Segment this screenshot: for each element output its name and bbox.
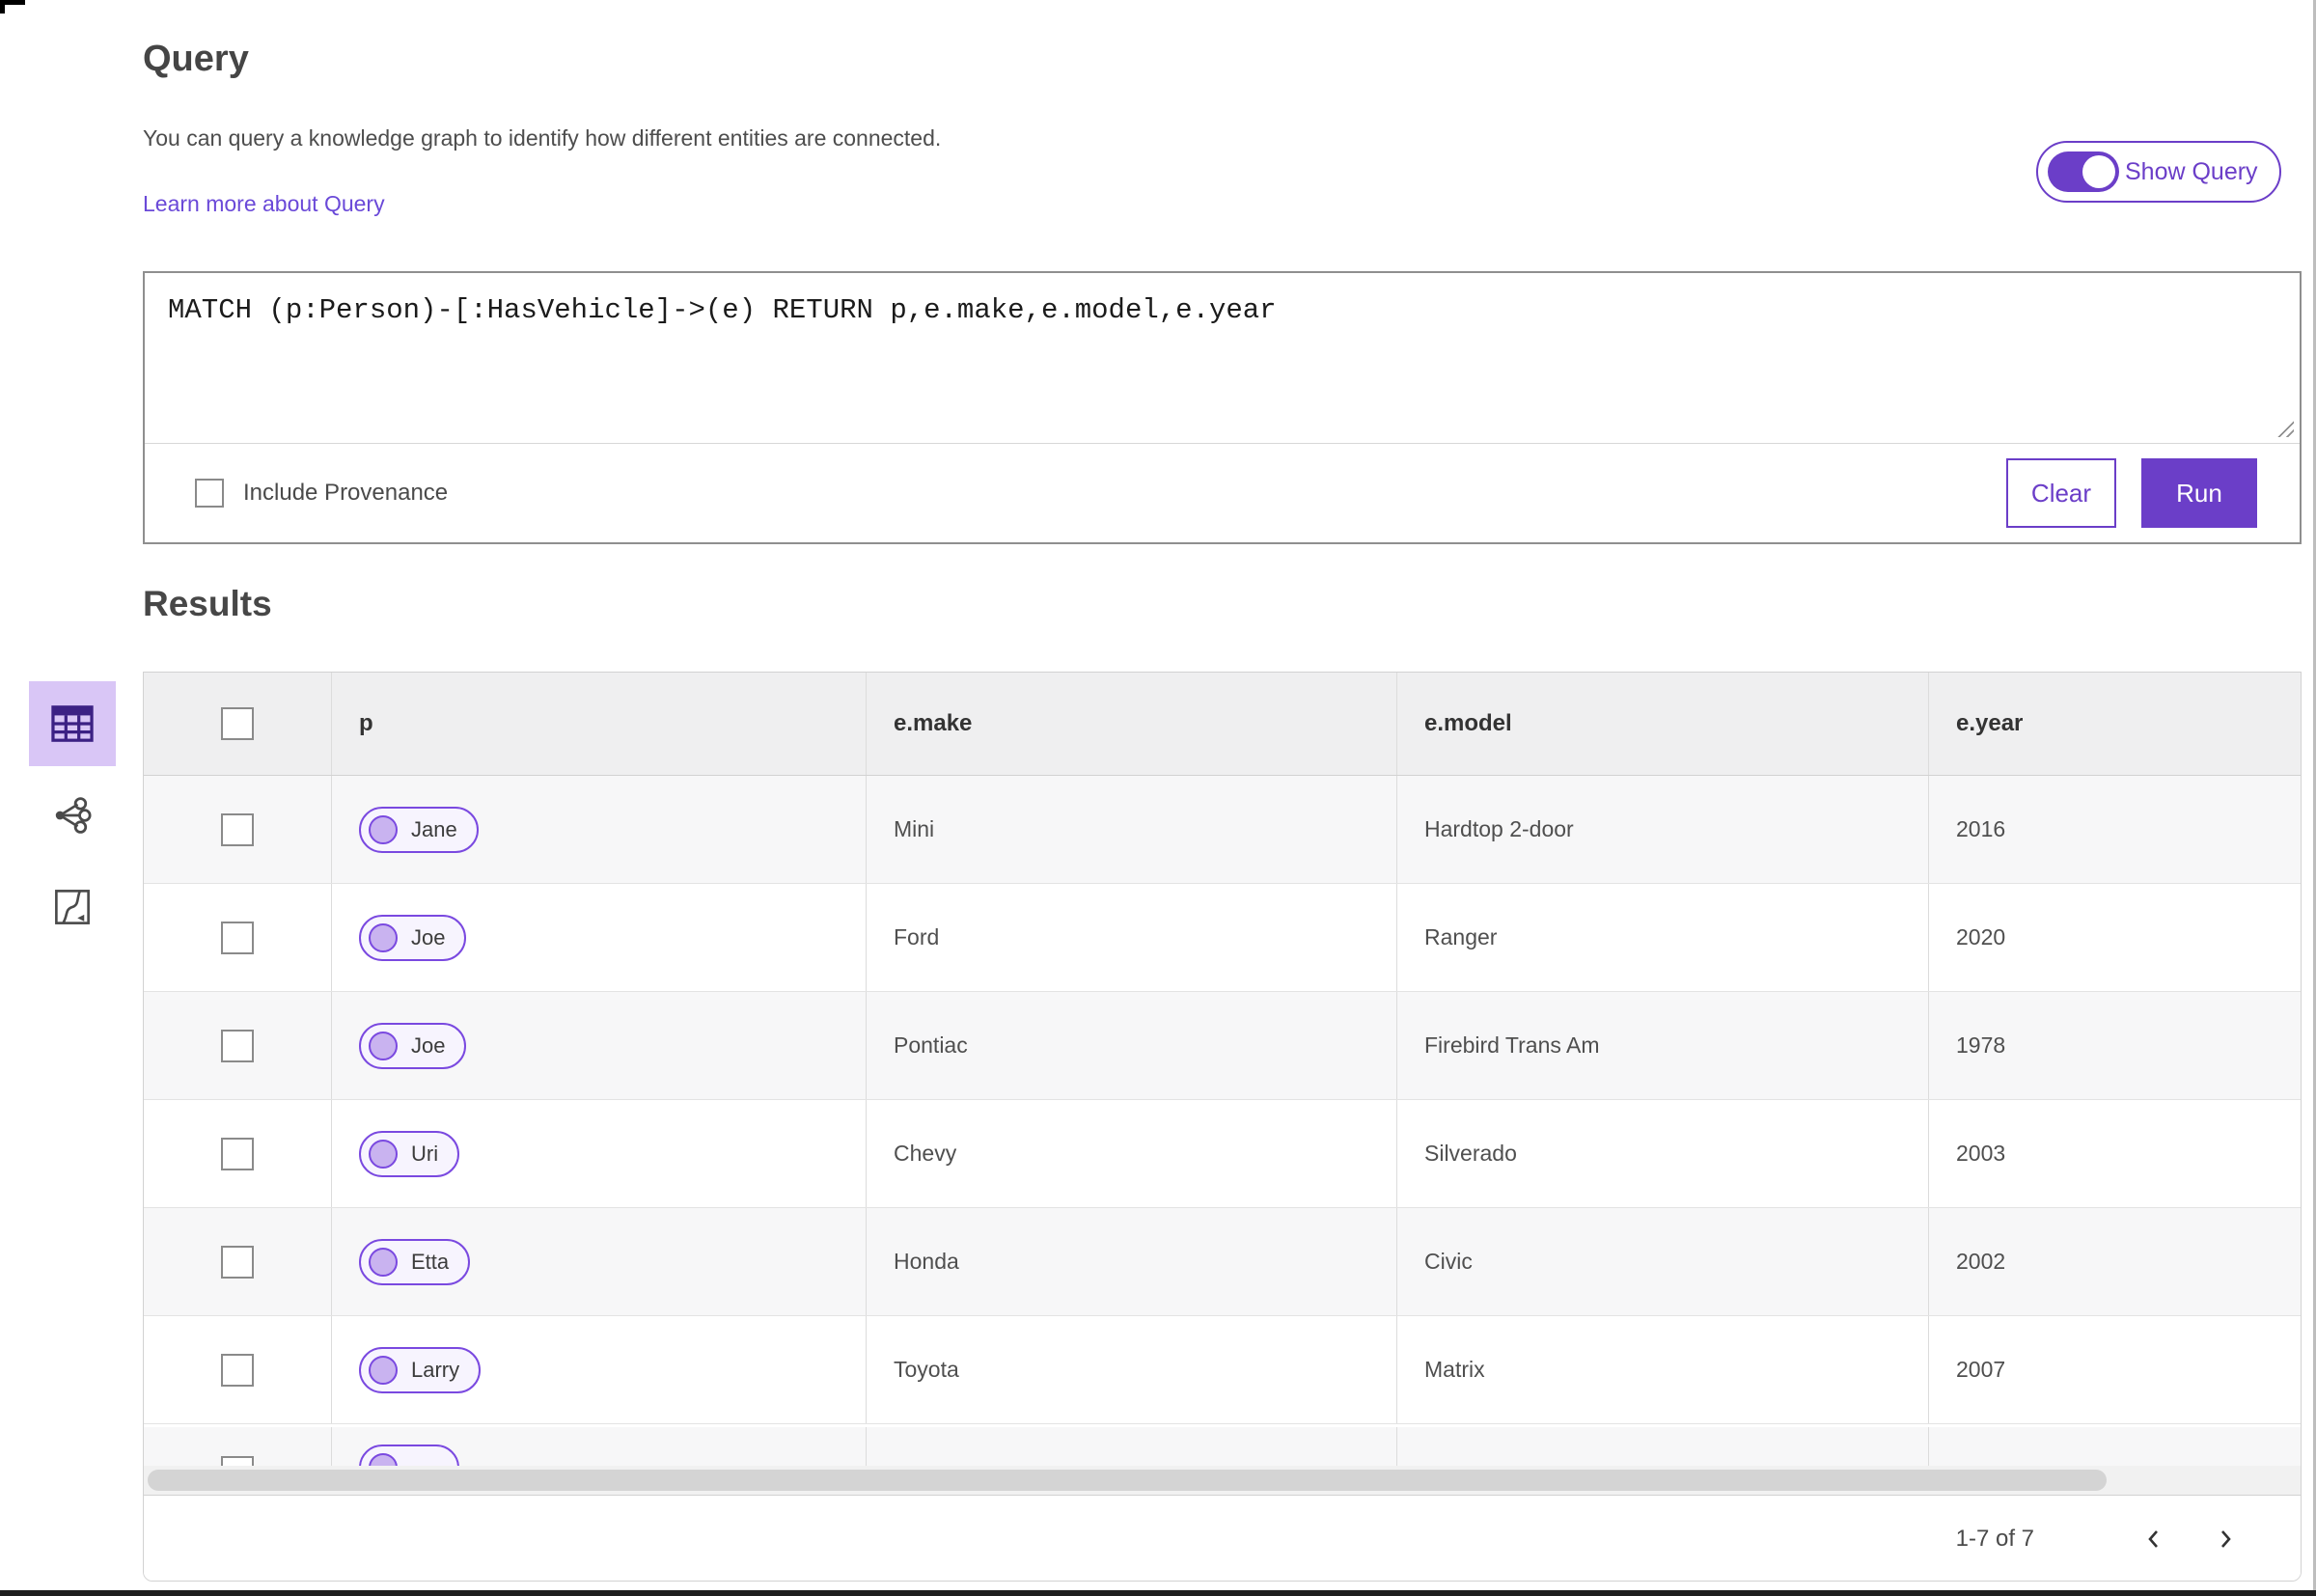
- toggle-switch-icon[interactable]: [2048, 151, 2119, 192]
- entity-dot-icon: [369, 1247, 398, 1277]
- table-row: Joe Ford Ranger 2020: [144, 884, 2301, 992]
- cell-make: Pontiac: [867, 992, 1397, 1099]
- cell-make: Mini: [867, 776, 1397, 883]
- view-switcher-table[interactable]: [29, 681, 116, 766]
- entity-chip[interactable]: Larry: [359, 1346, 482, 1393]
- entity-chip[interactable]: Joe: [359, 914, 467, 961]
- page-title: Query: [143, 39, 249, 79]
- horizontal-scrollbar[interactable]: [144, 1466, 2301, 1495]
- entity-chip[interactable]: Uri: [359, 1130, 460, 1177]
- row-checkbox[interactable]: [221, 1353, 254, 1387]
- entity-chip[interactable]: Etta: [359, 1238, 471, 1285]
- cell-year: 2020: [1956, 924, 2006, 949]
- cell-model: Ranger: [1397, 884, 1929, 991]
- header-cell-make: e.make: [867, 673, 1397, 775]
- results-title: Results: [143, 584, 272, 623]
- include-provenance-checkbox[interactable]: [195, 479, 224, 508]
- entity-dot-icon: [369, 1355, 398, 1385]
- table-row-partial: [144, 1427, 2301, 1466]
- window-bottom-edge: [0, 1590, 2316, 1596]
- table-header-row: p e.make e.model e.year: [144, 673, 2301, 776]
- entity-dot-icon: [369, 1453, 398, 1466]
- table-row: Jane Mini Hardtop 2-door 2016: [144, 776, 2301, 884]
- learn-more-link[interactable]: Learn more about Query: [143, 191, 385, 217]
- query-editor-footer: Include Provenance Clear Run: [145, 443, 2300, 542]
- cell-year: 2002: [1956, 1249, 2006, 1274]
- chevron-left-icon: [2142, 1527, 2165, 1551]
- view-switcher-map[interactable]: [29, 865, 116, 949]
- cell-year: 2003: [1956, 1141, 2006, 1166]
- table-row: Uri Chevy Silverado 2003: [144, 1100, 2301, 1208]
- clear-button[interactable]: Clear: [2006, 458, 2116, 528]
- entity-dot-icon: [369, 1139, 398, 1169]
- row-checkbox[interactable]: [221, 1456, 254, 1466]
- results-table: p e.make e.model e.year Jane Mini Hardto…: [143, 672, 2302, 1582]
- entity-chip[interactable]: Jane: [359, 806, 479, 853]
- show-query-toggle[interactable]: Show Query: [2036, 141, 2281, 203]
- table-row: Etta Honda Civic 2002: [144, 1208, 2301, 1316]
- table-row: Joe Pontiac Firebird Trans Am 1978: [144, 992, 2301, 1100]
- entity-dot-icon: [369, 1031, 398, 1060]
- query-page: Query You can query a knowledge graph to…: [0, 0, 2316, 1596]
- entity-chip[interactable]: [359, 1445, 459, 1466]
- pagination-prev-button[interactable]: [2135, 1520, 2173, 1558]
- row-checkbox[interactable]: [221, 1029, 254, 1062]
- row-checkbox[interactable]: [221, 921, 254, 954]
- view-switcher-link-chart[interactable]: [29, 773, 116, 858]
- cell-make: Toyota: [867, 1316, 1397, 1423]
- table-footer: 1-7 of 7: [144, 1495, 2301, 1581]
- cell-model: Matrix: [1397, 1316, 1929, 1423]
- entity-dot-icon: [369, 814, 398, 844]
- row-checkbox[interactable]: [221, 1137, 254, 1170]
- query-editor-panel: MATCH (p:Person)-[:HasVehicle]->(e) RETU…: [143, 271, 2302, 544]
- cell-year: 2016: [1956, 816, 2006, 841]
- row-checkbox[interactable]: [221, 812, 254, 846]
- show-query-label: Show Query: [2125, 157, 2258, 185]
- header-cell-year: e.year: [1956, 710, 2024, 736]
- table-icon: [50, 703, 95, 744]
- include-provenance-label: Include Provenance: [243, 480, 449, 506]
- chevron-right-icon: [2214, 1527, 2237, 1551]
- cell-make: Chevy: [867, 1100, 1397, 1207]
- toggle-knob: [2082, 155, 2115, 188]
- select-all-checkbox[interactable]: [221, 707, 254, 740]
- table-row: Larry Toyota Matrix 2007: [144, 1316, 2301, 1424]
- window-corner-mark: [0, 0, 5, 14]
- cell-make: Honda: [867, 1208, 1397, 1315]
- page-description: You can query a knowledge graph to ident…: [143, 125, 942, 151]
- cell-model: Hardtop 2-door: [1397, 776, 1929, 883]
- run-button[interactable]: Run: [2141, 458, 2257, 528]
- row-checkbox[interactable]: [221, 1245, 254, 1279]
- entity-dot-icon: [369, 922, 398, 952]
- query-text-input[interactable]: MATCH (p:Person)-[:HasVehicle]->(e) RETU…: [145, 273, 2300, 443]
- cell-year: 2007: [1956, 1357, 2006, 1382]
- cell-model: Silverado: [1397, 1100, 1929, 1207]
- link-chart-icon: [51, 794, 94, 837]
- entity-chip[interactable]: Joe: [359, 1022, 467, 1069]
- cell-year: 1978: [1956, 1032, 2006, 1058]
- header-cell-p: p: [332, 673, 867, 775]
- map-icon: [52, 887, 93, 927]
- header-cell-model: e.model: [1397, 673, 1929, 775]
- header-cell-select: [144, 673, 332, 775]
- cell-model: Firebird Trans Am: [1397, 992, 1929, 1099]
- cell-make: Ford: [867, 884, 1397, 991]
- horizontal-scrollbar-thumb[interactable]: [148, 1470, 2107, 1491]
- cell-model: Civic: [1397, 1208, 1929, 1315]
- pagination-range-label: 1-7 of 7: [1955, 1526, 2034, 1552]
- pagination-next-button[interactable]: [2206, 1520, 2245, 1558]
